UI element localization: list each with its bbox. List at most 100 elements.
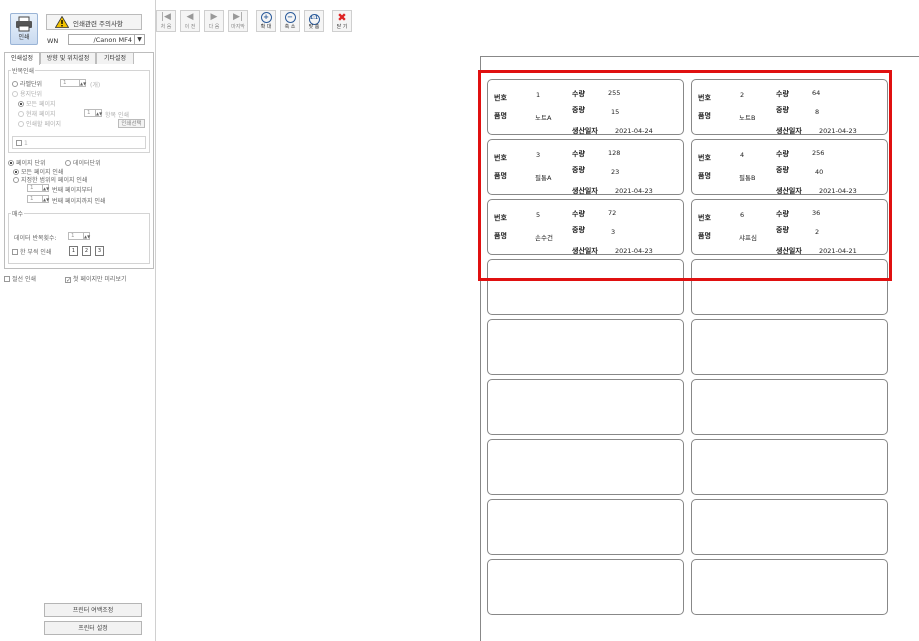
page-number-value: 1 — [24, 140, 28, 147]
printer-settings-button[interactable]: 프린터 설정 — [44, 621, 142, 635]
data-repeat-stepper[interactable]: 1 ▲▼ — [68, 232, 90, 240]
print-page-radio[interactable]: 인쇄할 페이지 — [18, 119, 61, 128]
fit-icon: 1:1 — [305, 11, 323, 25]
current-page-stepper[interactable]: 1 ▲▼ — [84, 109, 102, 117]
from-page-stepper[interactable]: 1 ▲▼ — [27, 184, 49, 192]
label-unit-radio[interactable]: 라벨단위 — [12, 79, 42, 88]
first-label: 처 음 — [160, 24, 172, 30]
prev-button[interactable]: ◀ 이 전 — [180, 10, 200, 32]
stepper-arrows-icon[interactable]: ▲▼ — [79, 80, 86, 86]
close-button[interactable]: ✖ 닫 기 — [332, 10, 352, 32]
current-page-value: 1 — [87, 110, 91, 116]
copies-title: 매수 — [11, 209, 25, 218]
range-print-radio-dot — [13, 177, 19, 183]
close-label: 닫 기 — [336, 24, 348, 30]
range-print-radio[interactable]: 지정한 범위의 페이지 인쇄 — [13, 175, 87, 184]
tab-print-settings[interactable]: 인쇄설정 — [4, 52, 40, 65]
repeat-count-suffix: (개) — [90, 82, 101, 89]
copy-order-2-icon[interactable]: 2 — [82, 246, 91, 256]
data-mode-radio[interactable]: 데이터단위 — [65, 158, 101, 167]
zoom-in-button[interactable]: + 확 대 — [256, 10, 276, 32]
copy-order-3-icon[interactable]: 3 — [95, 246, 104, 256]
page-number-field[interactable]: 1 — [12, 136, 146, 149]
stepper-arrows-icon[interactable]: ▲▼ — [95, 110, 102, 116]
close-icon: ✖ — [337, 11, 347, 24]
copy-order-1-icon[interactable]: 1 — [69, 246, 78, 256]
empty-label — [487, 499, 684, 555]
line-print-checkbox-box — [4, 276, 10, 282]
item-print-label: 항목 인쇄 — [105, 112, 129, 119]
printer-icon — [16, 16, 32, 32]
page-unit-radio-dot — [12, 91, 18, 97]
prev-label: 이 전 — [184, 24, 196, 30]
from-page-label: 번째 페이지부터 — [52, 187, 93, 194]
zoom-out-label: 축 소 — [284, 24, 296, 30]
repeat-count-value: 1 — [63, 80, 67, 86]
fit-button[interactable]: 1:1 맞 춤 — [304, 10, 324, 32]
print-page-text: 인쇄할 페이지 — [26, 121, 62, 128]
data-repeat-label: 데이터 반복횟수: — [14, 235, 57, 242]
repeat-count-stepper[interactable]: 1 ▲▼ — [60, 79, 86, 87]
first-button[interactable]: |◀ 처 음 — [156, 10, 176, 32]
page-unit-text: 용지단위 — [20, 91, 43, 98]
from-page-value: 1 — [30, 185, 34, 191]
stepper-arrows-icon[interactable]: ▲▼ — [42, 185, 49, 191]
page-mode-radio-dot — [8, 160, 14, 166]
empty-label — [691, 559, 888, 615]
tab-other-settings[interactable]: 기타설정 — [96, 52, 134, 64]
page-mode-radio[interactable]: 페이지 단위 — [8, 158, 46, 167]
empty-label — [487, 319, 684, 375]
print-page-radio-dot — [18, 121, 24, 127]
label-unit-text: 라벨단위 — [20, 81, 43, 88]
page-mode-text: 페이지 단위 — [16, 160, 46, 167]
warning-icon — [55, 16, 69, 28]
collate-checkbox-box — [12, 249, 18, 255]
all-pages-radio-dot — [18, 101, 24, 107]
print-button[interactable]: 인쇄 — [10, 13, 38, 45]
label-unit-radio-dot — [12, 81, 18, 87]
all-pages-text: 모든 페이지 — [26, 101, 56, 108]
all-pages-radio[interactable]: 모든 페이지 — [18, 99, 56, 108]
print-warning-label: 인쇄관련 주의사항 — [73, 20, 123, 28]
stepper-arrows-icon[interactable]: ▲▼ — [83, 233, 90, 239]
to-page-label: 번째 페이지까지 인쇄 — [52, 198, 106, 205]
first-preview-text: 첫 페이지만 미리보기 — [73, 276, 127, 283]
data-repeat-value: 1 — [71, 233, 75, 239]
printer-margin-button[interactable]: 프린터 여백조정 — [44, 603, 142, 617]
prev-icon: ◀ — [186, 12, 194, 22]
panel-divider — [155, 0, 156, 641]
stepper-arrows-icon[interactable]: ▲▼ — [42, 196, 49, 202]
data-mode-radio-dot — [65, 160, 71, 166]
first-preview-checkbox-box: ✓ — [65, 277, 72, 284]
tab-direction-position[interactable]: 방향 및 위치설정 — [40, 52, 96, 64]
collate-text: 한 부씩 인쇄 — [20, 249, 52, 256]
empty-label — [487, 379, 684, 435]
printer-select[interactable]: /Canon MF4 ▼ — [68, 34, 145, 45]
empty-label — [487, 559, 684, 615]
range-print-text: 지정한 범위의 페이지 인쇄 — [21, 177, 88, 184]
current-page-text: 현재 페이지 — [26, 111, 56, 118]
first-preview-checkbox[interactable]: ✓ 첫 페이지만 미리보기 — [65, 274, 127, 284]
highlight-box — [478, 70, 892, 281]
to-page-stepper[interactable]: 1 ▲▼ — [27, 195, 49, 203]
range-select-button[interactable]: 인쇄선택 — [118, 119, 145, 128]
zoom-out-button[interactable]: − 축 소 — [280, 10, 300, 32]
last-button[interactable]: ▶| 마지막 — [228, 10, 248, 32]
empty-label — [487, 439, 684, 495]
current-page-radio[interactable]: 현재 페이지 — [18, 109, 56, 118]
current-page-radio-dot — [18, 111, 24, 117]
page-number-checkbox[interactable] — [16, 140, 22, 146]
fit-label: 맞 춤 — [308, 24, 320, 30]
line-print-text: 절선 인쇄 — [12, 276, 36, 283]
data-mode-text: 데이터단위 — [73, 160, 101, 167]
collate-checkbox[interactable]: 한 부씩 인쇄 — [12, 247, 51, 256]
next-button[interactable]: ▶ 다 음 — [204, 10, 224, 32]
zoom-in-label: 확 대 — [260, 24, 272, 30]
line-print-checkbox[interactable]: 절선 인쇄 — [4, 274, 36, 283]
page-unit-radio[interactable]: 용지단위 — [12, 89, 42, 98]
last-icon: ▶| — [233, 12, 243, 22]
print-button-label: 인쇄 — [18, 34, 30, 41]
print-warning-button[interactable]: 인쇄관련 주의사항 — [46, 14, 142, 30]
last-label: 마지막 — [231, 24, 245, 30]
empty-label — [691, 379, 888, 435]
